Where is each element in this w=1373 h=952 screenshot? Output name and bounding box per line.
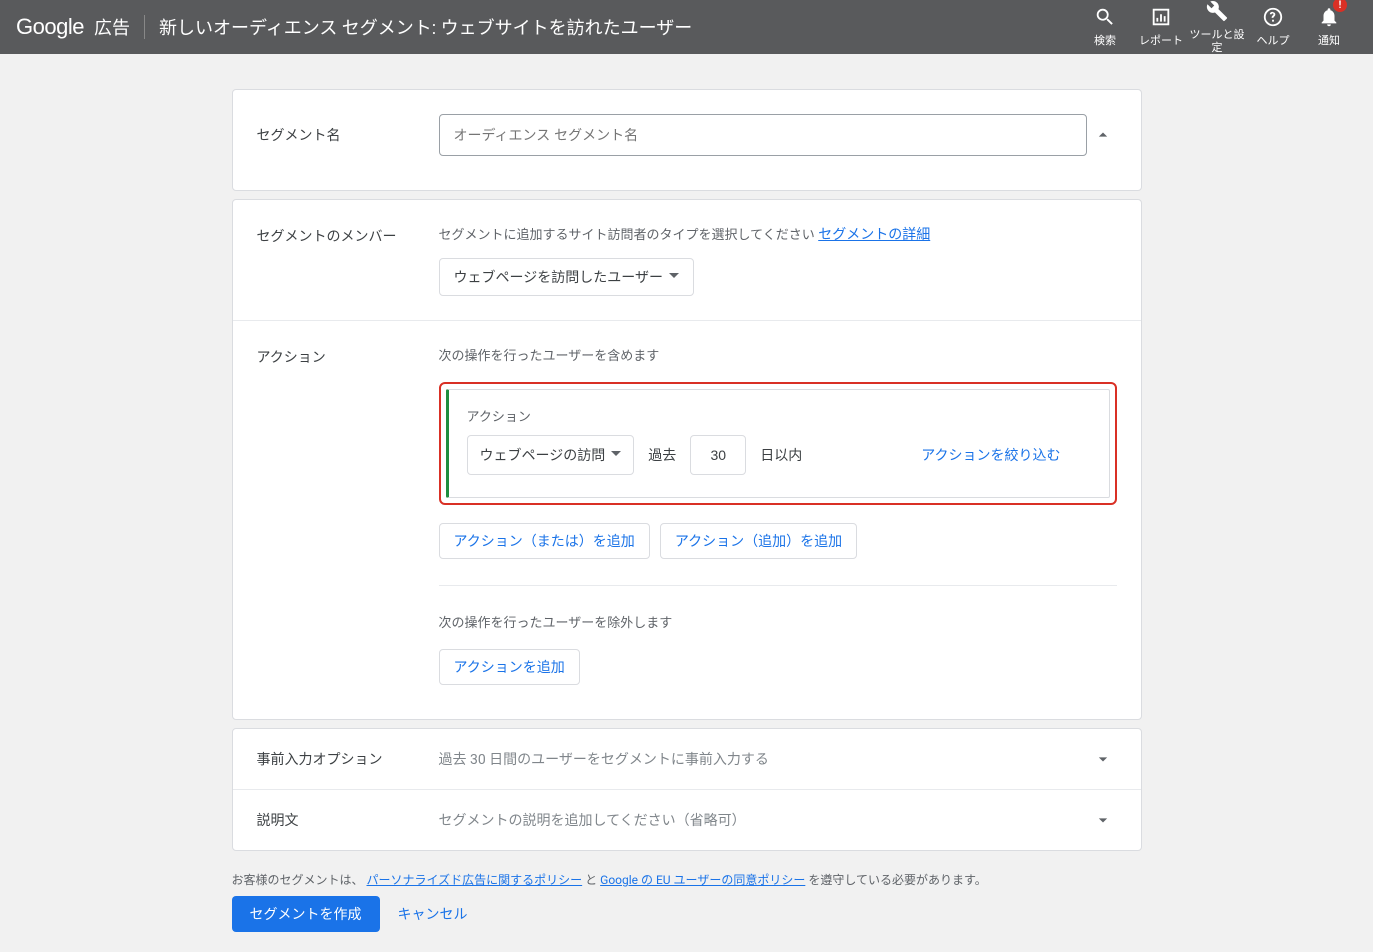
visitor-type-dropdown[interactable]: ウェブページを訪問したユーザー [439, 258, 694, 296]
nav-search[interactable]: 検索 [1077, 0, 1133, 53]
caret-down-icon [669, 269, 679, 285]
actions-section: アクション 次の操作を行ったユーザーを含めます アクション ウェブページの訪問 [233, 321, 1141, 719]
segment-name-card: セグメント名 [232, 89, 1142, 191]
add-exclude-row: アクションを追加 [439, 649, 1117, 685]
nav-icons: 検索 レポート ツールと設定 ヘルプ ! 通知 [1077, 0, 1357, 53]
expand-prefill[interactable] [1089, 745, 1117, 773]
wrench-icon [1206, 0, 1228, 27]
footnote-suffix: を遵守している必要があります。 [808, 873, 986, 887]
days-input[interactable] [690, 435, 746, 475]
action-card: アクション ウェブページの訪問 過去 日以内 アクションを絞り [446, 389, 1110, 498]
past-label: 過去 [648, 445, 676, 465]
add-and-action-button[interactable]: アクション（追加）を追加 [660, 523, 857, 559]
action-type-value: ウェブページの訪問 [480, 445, 606, 465]
main-container: セグメント名 セグメントのメンバー セグメントに追加するサイト訪問者のタイプを選… [232, 89, 1142, 952]
action-line: ウェブページの訪問 過去 日以内 アクションを絞り込む [467, 435, 1091, 475]
nav-tools[interactable]: ツールと設定 [1189, 0, 1245, 53]
page-title: 新しいオーディエンス セグメント: ウェブサイトを訪れたユーザー [159, 14, 1077, 40]
nav-report-label: レポート [1139, 35, 1183, 47]
description-row[interactable]: 説明文 セグメントの説明を追加してください（省略可） [233, 789, 1141, 850]
add-action-buttons: アクション（または）を追加 アクション（追加）を追加 [439, 523, 1117, 559]
search-icon [1094, 6, 1116, 33]
nav-tools-label: ツールと設定 [1189, 29, 1245, 53]
nav-notifications-label: 通知 [1318, 35, 1340, 47]
expand-description[interactable] [1089, 806, 1117, 834]
nav-help-label: ヘルプ [1257, 35, 1290, 47]
actions-body: 次の操作を行ったユーザーを含めます アクション ウェブページの訪問 過去 [439, 345, 1117, 685]
action-card-highlight: アクション ウェブページの訪問 過去 日以内 アクションを絞り [439, 382, 1117, 505]
footer-actions: セグメントを作成 キャンセル [232, 896, 1142, 952]
description-text: セグメントの説明を追加してください（省略可） [439, 810, 1089, 830]
chart-icon [1150, 6, 1172, 33]
segment-name-body [439, 114, 1089, 156]
members-help: セグメントに追加するサイト訪問者のタイプを選択してください [439, 228, 815, 243]
logo-main: Google [16, 14, 84, 40]
eu-consent-policy-link[interactable]: Google の EU ユーザーの同意ポリシー [600, 873, 805, 887]
prefill-label: 事前入力オプション [257, 749, 439, 769]
segment-name-row: セグメント名 [233, 90, 1141, 190]
footnote-prefix: お客様のセグメントは、 [232, 873, 364, 887]
nav-search-label: 検索 [1094, 35, 1116, 47]
logo-sub: 広告 [94, 14, 130, 40]
nav-notifications[interactable]: ! 通知 [1301, 0, 1357, 53]
add-exclude-action-button[interactable]: アクションを追加 [439, 649, 580, 685]
policy-footnote: お客様のセグメントは、 パーソナライズド広告に関するポリシー と Google … [232, 871, 1142, 888]
prefill-text: 過去 30 日間のユーザーをセグメントに事前入力する [439, 749, 1089, 769]
notification-badge: ! [1333, 0, 1347, 12]
footnote-conj: と [585, 873, 597, 887]
include-heading: 次の操作を行ったユーザーを含めます [439, 345, 1117, 364]
caret-down-icon [611, 447, 621, 463]
members-actions-card: セグメントのメンバー セグメントに追加するサイト訪問者のタイプを選択してください… [232, 199, 1142, 720]
segment-name-label: セグメント名 [257, 125, 439, 145]
options-card: 事前入力オプション 過去 30 日間のユーザーをセグメントに事前入力する 説明文… [232, 728, 1142, 851]
segment-name-input[interactable] [439, 114, 1087, 156]
divider [439, 585, 1117, 586]
logo: Google 広告 [16, 14, 130, 40]
visitor-type-value: ウェブページを訪問したユーザー [454, 267, 663, 287]
exclude-heading: 次の操作を行ったユーザーを除外します [439, 612, 1117, 631]
top-bar: Google 広告 新しいオーディエンス セグメント: ウェブサイトを訪れたユー… [0, 0, 1373, 54]
nav-help[interactable]: ヘルプ [1245, 0, 1301, 53]
action-type-dropdown[interactable]: ウェブページの訪問 [467, 435, 635, 475]
personalized-ads-policy-link[interactable]: パーソナライズド広告に関するポリシー [367, 873, 583, 887]
collapse-segment-name[interactable] [1089, 121, 1117, 149]
create-segment-button[interactable]: セグメントを作成 [232, 896, 380, 932]
help-icon [1262, 6, 1284, 33]
actions-label: アクション [257, 345, 439, 367]
nav-report[interactable]: レポート [1133, 0, 1189, 53]
members-section: セグメントのメンバー セグメントに追加するサイト訪問者のタイプを選択してください… [233, 200, 1141, 321]
segment-details-link[interactable]: セグメントの詳細 [818, 227, 930, 243]
members-label: セグメントのメンバー [257, 224, 439, 246]
cancel-button[interactable]: キャンセル [398, 904, 468, 924]
days-suffix: 日以内 [760, 445, 802, 465]
divider [144, 15, 145, 39]
action-subtitle: アクション [467, 406, 1091, 425]
prefill-row[interactable]: 事前入力オプション 過去 30 日間のユーザーをセグメントに事前入力する [233, 729, 1141, 789]
members-body: セグメントに追加するサイト訪問者のタイプを選択してください セグメントの詳細 ウ… [439, 224, 1117, 296]
add-or-action-button[interactable]: アクション（または）を追加 [439, 523, 650, 559]
refine-action-link[interactable]: アクションを絞り込む [921, 445, 1090, 465]
description-label: 説明文 [257, 810, 439, 830]
